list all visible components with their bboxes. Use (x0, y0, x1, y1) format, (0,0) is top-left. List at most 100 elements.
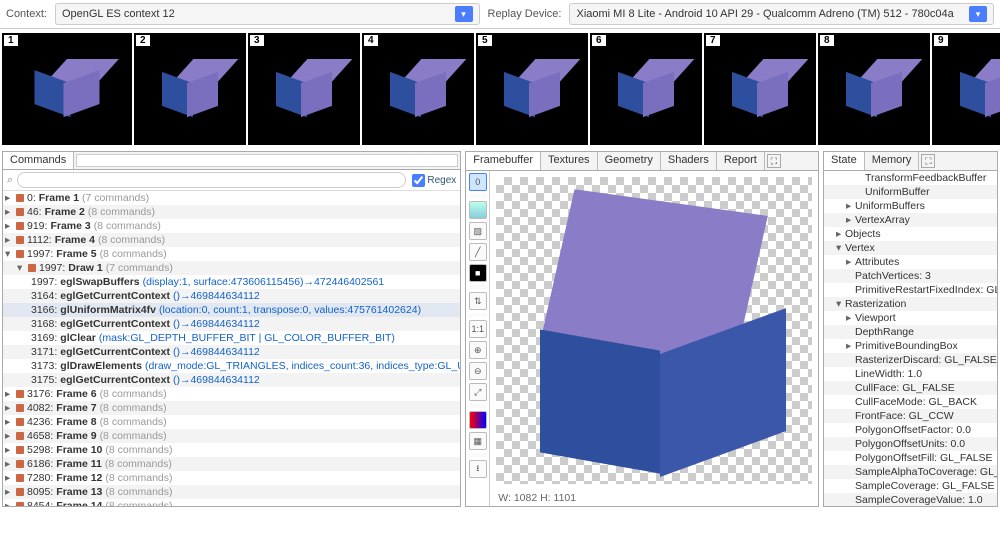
frame-thumbnail[interactable]: 1 (2, 33, 132, 145)
flip-y-icon[interactable]: ⇅ (469, 292, 487, 310)
expand-icon[interactable]: ⛶ (767, 154, 781, 168)
tree-node[interactable]: ▸ 5298: Frame 10 (8 commands) (3, 443, 460, 457)
frame-thumbnail[interactable]: 9 (932, 33, 1000, 145)
state-node[interactable]: LineWidth: 1.0 (824, 367, 997, 381)
state-node[interactable]: SampleAlphaToCoverage: GL_FALSE (824, 465, 997, 479)
tree-node[interactable]: ▸ 4658: Frame 9 (8 commands) (3, 429, 460, 443)
tree-node[interactable]: 3166: glUniformMatrix4fv(location:0, cou… (3, 303, 460, 317)
zoom-fit-icon[interactable]: ⤢ (469, 383, 487, 401)
commands-tabs: Commands (3, 152, 460, 170)
expand-icon[interactable]: ⛶ (921, 154, 935, 168)
tree-node[interactable]: ▸ 8095: Frame 13 (8 commands) (3, 485, 460, 499)
tree-node[interactable]: ▸ 4082: Frame 7 (8 commands) (3, 401, 460, 415)
frame-thumbnail[interactable]: 7 (704, 33, 816, 145)
diagonal-icon[interactable]: ╱ (469, 243, 487, 261)
tree-node[interactable]: ▸ 3176: Frame 6 (8 commands) (3, 387, 460, 401)
frame-thumbnail[interactable]: 4 (362, 33, 474, 145)
state-node[interactable]: PatchVertices: 3 (824, 269, 997, 283)
state-node[interactable]: ▸Viewport (824, 311, 997, 325)
tree-node[interactable]: ▸ 919: Frame 3 (8 commands) (3, 219, 460, 233)
tree-node[interactable]: 3175: eglGetCurrentContext()→46984463411… (3, 373, 460, 387)
wireframe-icon[interactable]: ▨ (469, 222, 487, 240)
tree-node[interactable]: ▸ 1112: Frame 4 (8 commands) (3, 233, 460, 247)
chevron-down-icon: ▾ (455, 6, 473, 22)
replay-device-select[interactable]: Xiaomi MI 8 Lite - Android 10 API 29 - Q… (569, 3, 994, 25)
zoom-out-icon[interactable]: ⊖ (469, 362, 487, 380)
frame-badge: 5 (478, 35, 492, 46)
state-node[interactable]: SampleCoverage: GL_FALSE (824, 479, 997, 493)
state-node[interactable]: UniformBuffer (824, 185, 997, 199)
commands-tree[interactable]: ▸ 0: Frame 1 (7 commands)▸ 46: Frame 2 (… (3, 191, 460, 506)
state-node[interactable]: ▸VertexArray (824, 213, 997, 227)
tree-node[interactable]: ▸ 7280: Frame 12 (8 commands) (3, 471, 460, 485)
tree-node[interactable]: ▸ 6186: Frame 11 (8 commands) (3, 457, 460, 471)
state-node[interactable]: ▾Vertex (824, 241, 997, 255)
tree-node[interactable]: 3168: eglGetCurrentContext()→46984463411… (3, 317, 460, 331)
state-node[interactable]: FrontFace: GL_CCW (824, 409, 997, 423)
color-channel-icon[interactable] (469, 201, 487, 219)
state-node[interactable]: RasterizerDiscard: GL_FALSE (824, 353, 997, 367)
tree-node[interactable]: 1997: eglSwapBuffers(display:1, surface:… (3, 275, 460, 289)
tab-commands[interactable]: Commands (3, 152, 74, 169)
tab-framebuffer[interactable]: Framebuffer (466, 152, 541, 170)
state-node[interactable]: PrimitiveRestartFixedIndex: GL_FALSE (824, 283, 997, 297)
state-node[interactable]: ▸PrimitiveBoundingBox (824, 339, 997, 353)
checker-icon[interactable]: ▦ (469, 432, 487, 450)
state-node[interactable]: ▸Attributes (824, 255, 997, 269)
tree-node[interactable]: ▾ 1997: Frame 5 (8 commands) (3, 247, 460, 261)
commands-search-input[interactable] (17, 172, 406, 188)
state-node[interactable]: ▸Objects (824, 227, 997, 241)
framebuffer-dimensions: W: 1082 H: 1101 (490, 490, 818, 506)
zoom-in-icon[interactable]: ⊕ (469, 341, 487, 359)
frame-thumbnail[interactable]: 2 (134, 33, 246, 145)
tree-node[interactable]: 3164: eglGetCurrentContext()→46984463411… (3, 289, 460, 303)
tab-textures[interactable]: Textures (541, 152, 598, 170)
framebuffer-panel: FramebufferTexturesGeometryShadersReport… (465, 151, 819, 507)
frame-badge: 1 (4, 35, 18, 46)
state-tree[interactable]: TransformFeedbackBufferUniformBuffer▸Uni… (824, 171, 997, 506)
tree-node[interactable]: ▸ 8454: Frame 14 (8 commands) (3, 499, 460, 506)
state-node[interactable]: PolygonOffsetUnits: 0.0 (824, 437, 997, 451)
state-node[interactable]: PolygonOffsetFill: GL_FALSE (824, 451, 997, 465)
regex-toggle[interactable]: Regex (412, 174, 456, 187)
tree-node[interactable]: 3171: eglGetCurrentContext()→46984463411… (3, 345, 460, 359)
solid-icon[interactable]: ■ (469, 264, 487, 282)
framebuffer-toolbar: 0 ▨ ╱ ■ ⇅ 1:1 ⊕ ⊖ ⤢ ▦ ⭳ (466, 171, 490, 506)
regex-checkbox[interactable] (412, 174, 425, 187)
top-toolbar: Context: OpenGL ES context 12 ▾ Replay D… (0, 0, 1000, 29)
tree-node[interactable]: 3173: glDrawElements(draw_mode:GL_TRIANG… (3, 359, 460, 373)
state-node[interactable]: TransformFeedbackBuffer (824, 171, 997, 185)
state-node[interactable]: DepthRange (824, 325, 997, 339)
frame-thumbnail[interactable]: 8 (818, 33, 930, 145)
download-icon[interactable]: ⭳ (469, 460, 487, 478)
state-node[interactable]: SampleCoverageValue: 1.0 (824, 493, 997, 506)
frame-badge: 8 (820, 35, 834, 46)
tab-state[interactable]: State (824, 152, 865, 170)
state-node[interactable]: PolygonOffsetFactor: 0.0 (824, 423, 997, 437)
render-target-0[interactable]: 0 (469, 173, 487, 191)
state-node[interactable]: ▾Rasterization (824, 297, 997, 311)
tree-node[interactable]: 3169: glClear(mask:GL_DEPTH_BUFFER_BIT |… (3, 331, 460, 345)
tab-report[interactable]: Report (717, 152, 765, 170)
palette-icon[interactable] (469, 411, 487, 429)
state-panel: StateMemory⛶ TransformFeedbackBufferUnif… (823, 151, 998, 507)
tree-node[interactable]: ▸ 46: Frame 2 (8 commands) (3, 205, 460, 219)
state-node[interactable]: ▸UniformBuffers (824, 199, 997, 213)
tab-shaders[interactable]: Shaders (661, 152, 717, 170)
tab-geometry[interactable]: Geometry (598, 152, 661, 170)
commands-quick-input[interactable] (76, 154, 458, 167)
fit-1to1-icon[interactable]: 1:1 (469, 320, 487, 338)
framebuffer-image[interactable] (496, 177, 812, 484)
tree-node[interactable]: ▸ 4236: Frame 8 (8 commands) (3, 415, 460, 429)
frame-thumbnail[interactable]: 3 (248, 33, 360, 145)
search-icon: ⌕ (7, 174, 13, 187)
context-select[interactable]: OpenGL ES context 12 ▾ (55, 3, 480, 25)
chevron-down-icon: ▾ (969, 6, 987, 22)
state-node[interactable]: CullFaceMode: GL_BACK (824, 395, 997, 409)
tree-node[interactable]: ▾ 1997: Draw 1 (7 commands) (3, 261, 460, 275)
tab-memory[interactable]: Memory (865, 152, 920, 170)
frame-thumbnail[interactable]: 6 (590, 33, 702, 145)
frame-thumbnail[interactable]: 5 (476, 33, 588, 145)
tree-node[interactable]: ▸ 0: Frame 1 (7 commands) (3, 191, 460, 205)
state-node[interactable]: CullFace: GL_FALSE (824, 381, 997, 395)
